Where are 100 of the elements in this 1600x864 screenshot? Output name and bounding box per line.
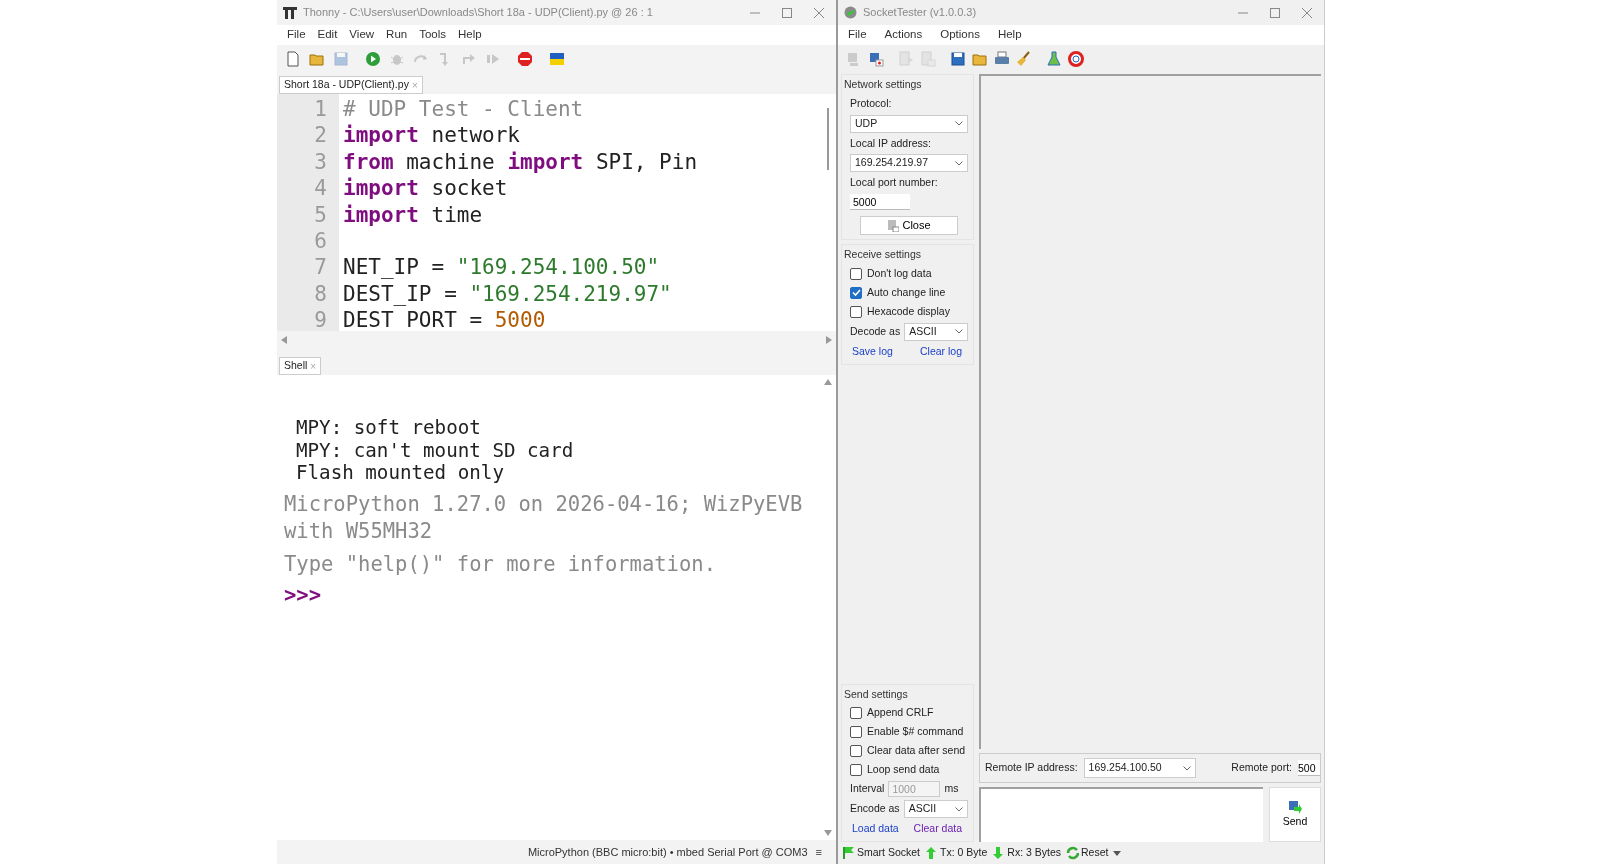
reset-button[interactable]: Reset [1081,845,1109,861]
checkbox-option[interactable]: Clear data after send [850,743,968,760]
scrollbar-thumb[interactable] [827,108,829,170]
line-number: 4 [313,175,327,202]
shell-prompt[interactable]: >>> [284,581,820,609]
field-label: Remote IP address: [985,760,1078,776]
line-number: 7 [313,254,327,281]
field-label: Interval [850,781,885,797]
code-line: # UDP Test - Client [343,96,584,123]
menu-item[interactable]: View [343,26,381,44]
flask-icon [1046,50,1062,67]
scroll-right-icon [826,336,832,344]
port-field[interactable]: 500 [1298,760,1320,776]
menu-item[interactable]: Help [991,26,1028,44]
line-number: 2 [313,122,327,149]
printer-icon [994,50,1010,67]
code-line: DEST_PORT = 5000 [343,307,546,331]
checkbox-option[interactable]: Loop send data [850,762,968,779]
text-link[interactable]: Load data [852,821,899,837]
status-text: MicroPython (BBC micro:bit) • mbed Serial Port @ COM3 [527,844,808,860]
menu-item[interactable]: Edit [311,26,344,44]
menu-item[interactable]: File [281,26,312,44]
menu-item[interactable]: File [842,26,873,44]
code-line: from machine import SPI, Pin [343,148,698,176]
encoding-dropdown[interactable]: ASCII [904,322,968,341]
field-label: Protocol: [850,95,893,111]
scroll-down-icon [824,830,832,836]
text-link[interactable]: Clear data [913,821,962,837]
up-arrow-icon [925,846,939,860]
app-logo-icon [844,6,857,19]
flag-icon [549,50,565,67]
shell-output: Flash mounted only [295,462,505,485]
lifebuoy-icon [1068,50,1084,67]
document-icon [920,50,936,67]
status-text: Rx: 3 Bytes [1007,845,1061,861]
scroll-up-icon [824,379,832,385]
chevron-down-icon [955,806,963,812]
new-file-icon [285,50,301,67]
file-tab[interactable]: Short 18a - UDP(Client).py × [279,76,423,94]
code-editor[interactable]: 1 2 3 4 5 6 7 8 9 # UDP Test - Client import network from machine import SPI, Pin import socket import time NET_IP = "169.254.100.50" DEST_IP = "169.254.219.97" DEST_PORT = 5000 [277,94,836,331]
message-field[interactable] [979,787,1263,842]
checkbox-option[interactable]: Append CRLF [850,705,968,722]
ip-dropdown[interactable]: 169.254.100.50 [1083,758,1196,778]
encoding-dropdown[interactable]: ASCII [903,800,968,819]
menu-item[interactable]: Run [380,26,414,44]
menu-item[interactable]: Help [452,26,488,44]
send-icon [1288,799,1302,814]
checkbox-option[interactable]: Hexacode display [850,303,968,320]
line-number: 8 [313,280,327,308]
caret-icon [1113,850,1122,856]
field-label: Decode as [850,323,901,339]
status-text: Smart Socket [857,845,921,861]
stop-sign-icon [517,50,533,67]
down-arrow-icon [992,846,1006,860]
menu-item[interactable]: Actions [878,26,929,44]
floppy-icon [333,50,349,67]
line-number: 3 [313,148,327,176]
field-label: Local port number: [850,175,939,191]
close-button[interactable]: Close [860,216,958,235]
line-number: 9 [313,307,327,334]
lifebuoy-button[interactable] [1066,48,1086,69]
text-link[interactable]: Save log [852,343,893,360]
chevron-down-icon [1182,765,1191,771]
flag-icon [842,846,855,860]
status-menu-button[interactable]: ≡ [815,843,822,861]
app-logo-icon [283,5,297,20]
send-button[interactable]: Send [1269,787,1321,842]
port-field[interactable]: 5000 [850,194,910,210]
menu-item[interactable]: Options [934,26,986,44]
code-line: NET_IP = "169.254.100.50" [343,254,660,281]
checkbox-option[interactable]: Auto change line [850,284,968,301]
close-icon[interactable] [814,7,824,18]
field-label: Local IP address: [850,135,932,151]
checkbox-option[interactable]: Don't log data [850,265,968,282]
code-line: import socket [343,175,508,202]
shell-tab[interactable]: Shell × [279,357,322,375]
text-link[interactable]: Clear log [919,343,962,360]
menu-item[interactable]: Tools [413,26,453,44]
field-label: Remote port: [1231,760,1292,776]
close-icon[interactable] [1302,7,1312,18]
chevron-down-icon [955,121,963,126]
protocol-dropdown[interactable]: UDP [850,114,968,133]
group-heading: Send settings [844,686,909,702]
line-number: 6 [313,228,327,255]
code-line: DEST_IP = "169.254.219.97" [343,280,672,308]
field-label: Encode as [850,801,900,817]
floppy-icon [950,50,966,67]
maximize-icon[interactable] [782,7,792,18]
ip-dropdown[interactable]: 169.254.219.97 [850,154,968,173]
line-number: 5 [313,201,327,229]
line-number: 1 [313,96,327,123]
checkbox-option[interactable]: Enable $# command [850,724,968,741]
shell-output: MicroPython 1.27.0 on 2026-04-16; WizPyEVB with W55MH32 [284,490,804,545]
shell-output: MPY: soft reboot [295,417,482,440]
maximize-icon[interactable] [1270,7,1280,18]
status-text: Tx: 0 Byte [940,845,988,861]
flask-button[interactable] [1044,48,1064,69]
chevron-down-icon [955,329,963,335]
window-title: Thonny - C:\Users\user\Downloads\Short 18a - UDP(Client).py @ 26 : 1 [303,5,653,21]
scroll-left-icon [281,336,287,344]
